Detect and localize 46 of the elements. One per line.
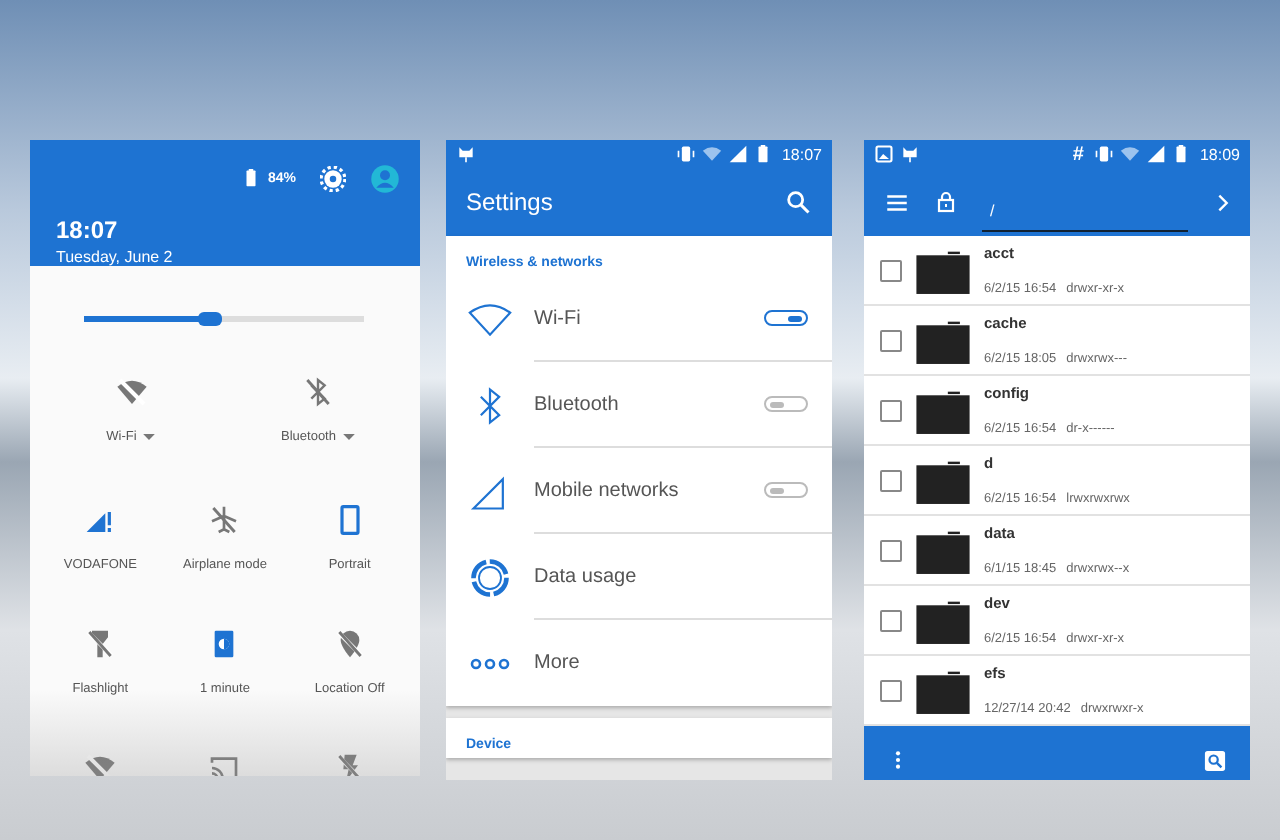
signal-bars-icon: [1145, 144, 1166, 164]
settings-item[interactable]: Wi-Fi: [534, 307, 581, 329]
dropdown-caret-icon[interactable]: [142, 429, 157, 443]
checkbox[interactable]: [880, 259, 902, 281]
battery-icon: [241, 168, 260, 188]
settings-item[interactable]: Data usage: [534, 565, 637, 587]
toggle-switch[interactable]: [764, 310, 808, 326]
image-icon: [874, 144, 894, 164]
brightness-slider[interactable]: [84, 316, 364, 322]
account-icon[interactable]: [370, 163, 400, 193]
checkbox[interactable]: [880, 609, 902, 631]
more-dots-icon: [470, 657, 510, 669]
checkbox[interactable]: [880, 329, 902, 351]
checkbox[interactable]: [880, 539, 902, 561]
wifi-signal-icon: [1119, 144, 1140, 164]
menu-icon[interactable]: [884, 189, 910, 215]
settings-item[interactable]: Mobile networks: [534, 479, 679, 501]
vibrate-icon: [1093, 144, 1114, 164]
status-time: 18:09: [1199, 145, 1240, 163]
wifi-signal-icon: [701, 144, 722, 164]
battery-icon: [753, 144, 772, 164]
toggle-switch[interactable]: [764, 482, 808, 498]
toggle-switch[interactable]: [764, 396, 808, 412]
robot-icon: [456, 144, 476, 164]
path-field[interactable]: /: [982, 184, 1188, 232]
screen-title: Settings: [466, 188, 553, 216]
signal-bars-icon: [727, 144, 748, 164]
chevron-right-icon[interactable]: [1212, 191, 1234, 213]
vibrate-icon: [675, 144, 696, 164]
date-text: Tuesday, June 2: [56, 248, 175, 266]
data-usage-icon: [468, 555, 512, 599]
clock-time: 18:07: [56, 216, 120, 244]
settings-item[interactable]: Bluetooth: [534, 393, 619, 415]
lock-icon[interactable]: [934, 190, 958, 214]
search-icon[interactable]: [784, 188, 812, 216]
checkbox[interactable]: [880, 679, 902, 701]
settings-icon[interactable]: [320, 165, 346, 191]
status-symbol: #: [1072, 143, 1084, 165]
status-time: 18:07: [781, 145, 822, 163]
dropdown-caret-icon[interactable]: [341, 429, 356, 443]
settings-item[interactable]: More: [534, 652, 580, 674]
checkbox[interactable]: [880, 399, 902, 421]
checkbox[interactable]: [880, 469, 902, 491]
battery-icon: [1171, 144, 1190, 164]
robot-icon: [900, 144, 920, 164]
search-icon[interactable]: [1204, 749, 1226, 771]
